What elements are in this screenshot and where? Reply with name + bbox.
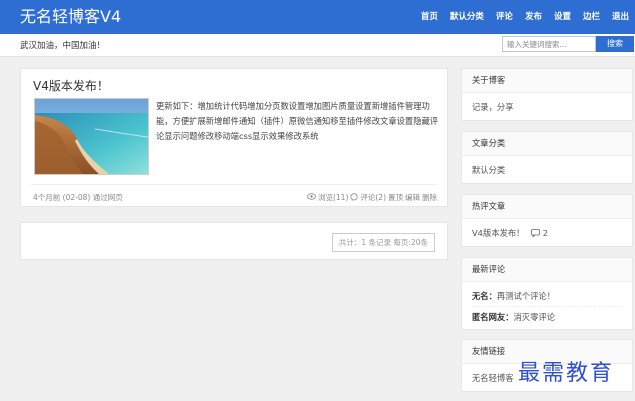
widget-comments-title: 最新评论 [462, 258, 632, 282]
nav-default-category[interactable]: 默认分类 [450, 10, 484, 24]
beach-image [35, 99, 148, 174]
main-nav: 首页 默认分类 评论 发布 设置 边栏 退出 [421, 10, 629, 24]
comment-icon [531, 224, 540, 244]
recent-comment-item[interactable]: 无名：再测试个评论！ [472, 286, 622, 307]
hot-post-title[interactable]: V4版本发布！ [472, 228, 524, 238]
widget-about-title: 关于博客 [462, 69, 632, 93]
nav-settings[interactable]: 设置 [554, 10, 571, 24]
nav-publish[interactable]: 发布 [525, 10, 542, 24]
search-button[interactable]: 搜索 [596, 36, 634, 52]
post-card: V4版本发布！ 更新如下：增加统计代码增加分页数设置增加图片质量设置新增插件管理… [20, 68, 448, 207]
recent-comment-item[interactable]: 匿名网友：消灭零评论 [472, 307, 622, 327]
pager-info: 共计：1 条记录 每页:20条 [331, 233, 435, 252]
sub-bar: 武汉加油，中国加油！ 搜索 [0, 34, 635, 57]
nav-home[interactable]: 首页 [421, 10, 438, 24]
pin-link[interactable]: 置顶 [388, 192, 403, 203]
post-excerpt: 更新如下：增加统计代码增加分页数设置增加图片质量设置新增插件管理功能，方便扩展新… [156, 101, 439, 141]
views-count[interactable]: 浏览(11) [318, 192, 348, 203]
delete-link[interactable]: 删除 [422, 192, 437, 203]
slogan: 武汉加油，中国加油！ [20, 41, 106, 51]
comments-count[interactable]: 评论(2) [360, 192, 386, 203]
widget-hot-posts: 热评文章 V4版本发布！ 2 [461, 194, 633, 247]
eye-icon [307, 193, 316, 202]
post-source: 通过网页 [92, 193, 123, 202]
widget-about: 关于博客 记录，分享 [461, 68, 633, 121]
widget-hot-title: 热评文章 [462, 195, 632, 219]
post-title[interactable]: V4版本发布！ [33, 77, 109, 94]
comment-text[interactable]: 消灭零评论 [514, 312, 556, 322]
edit-link[interactable]: 编辑 [405, 192, 420, 203]
comment-author: 无名： [472, 291, 497, 301]
widget-categories-title: 文章分类 [462, 132, 632, 156]
nav-comments[interactable]: 评论 [496, 10, 513, 24]
comment-icon [350, 192, 358, 203]
comment-author: 匿名网友： [472, 312, 514, 322]
hot-post-count: 2 [542, 228, 549, 238]
site-title[interactable]: 无名轻博客V4 [20, 7, 121, 27]
top-header: 无名轻博客V4 首页 默认分类 评论 发布 设置 边栏 退出 [0, 0, 635, 34]
meta-divider [31, 184, 437, 185]
post-meta-right: 浏览(11) 评论(2) 置顶 编辑 删除 [307, 192, 437, 203]
widget-categories: 文章分类 默认分类 [461, 131, 633, 184]
watermark-text: 最需教育 [518, 361, 615, 386]
hot-post-item[interactable]: V4版本发布！ 2 [472, 223, 622, 244]
widget-recent-comments: 最新评论 无名：再测试个评论！ 匿名网友：消灭零评论 [461, 257, 633, 330]
post-meta-left: 4个月前 (02-08) 通过网页 [33, 192, 123, 203]
nav-logout[interactable]: 退出 [612, 10, 629, 24]
pager-card: 共计：1 条记录 每页:20条 [20, 222, 448, 260]
about-text: 记录，分享 [472, 102, 514, 112]
post-thumbnail[interactable] [34, 98, 149, 175]
post-time: 4个月前 (02-08) [33, 193, 91, 202]
search-input[interactable] [502, 36, 596, 52]
comment-text[interactable]: 再测试个评论！ [497, 291, 555, 301]
nav-sidebar[interactable]: 边栏 [583, 10, 600, 24]
category-item[interactable]: 默认分类 [472, 160, 622, 180]
